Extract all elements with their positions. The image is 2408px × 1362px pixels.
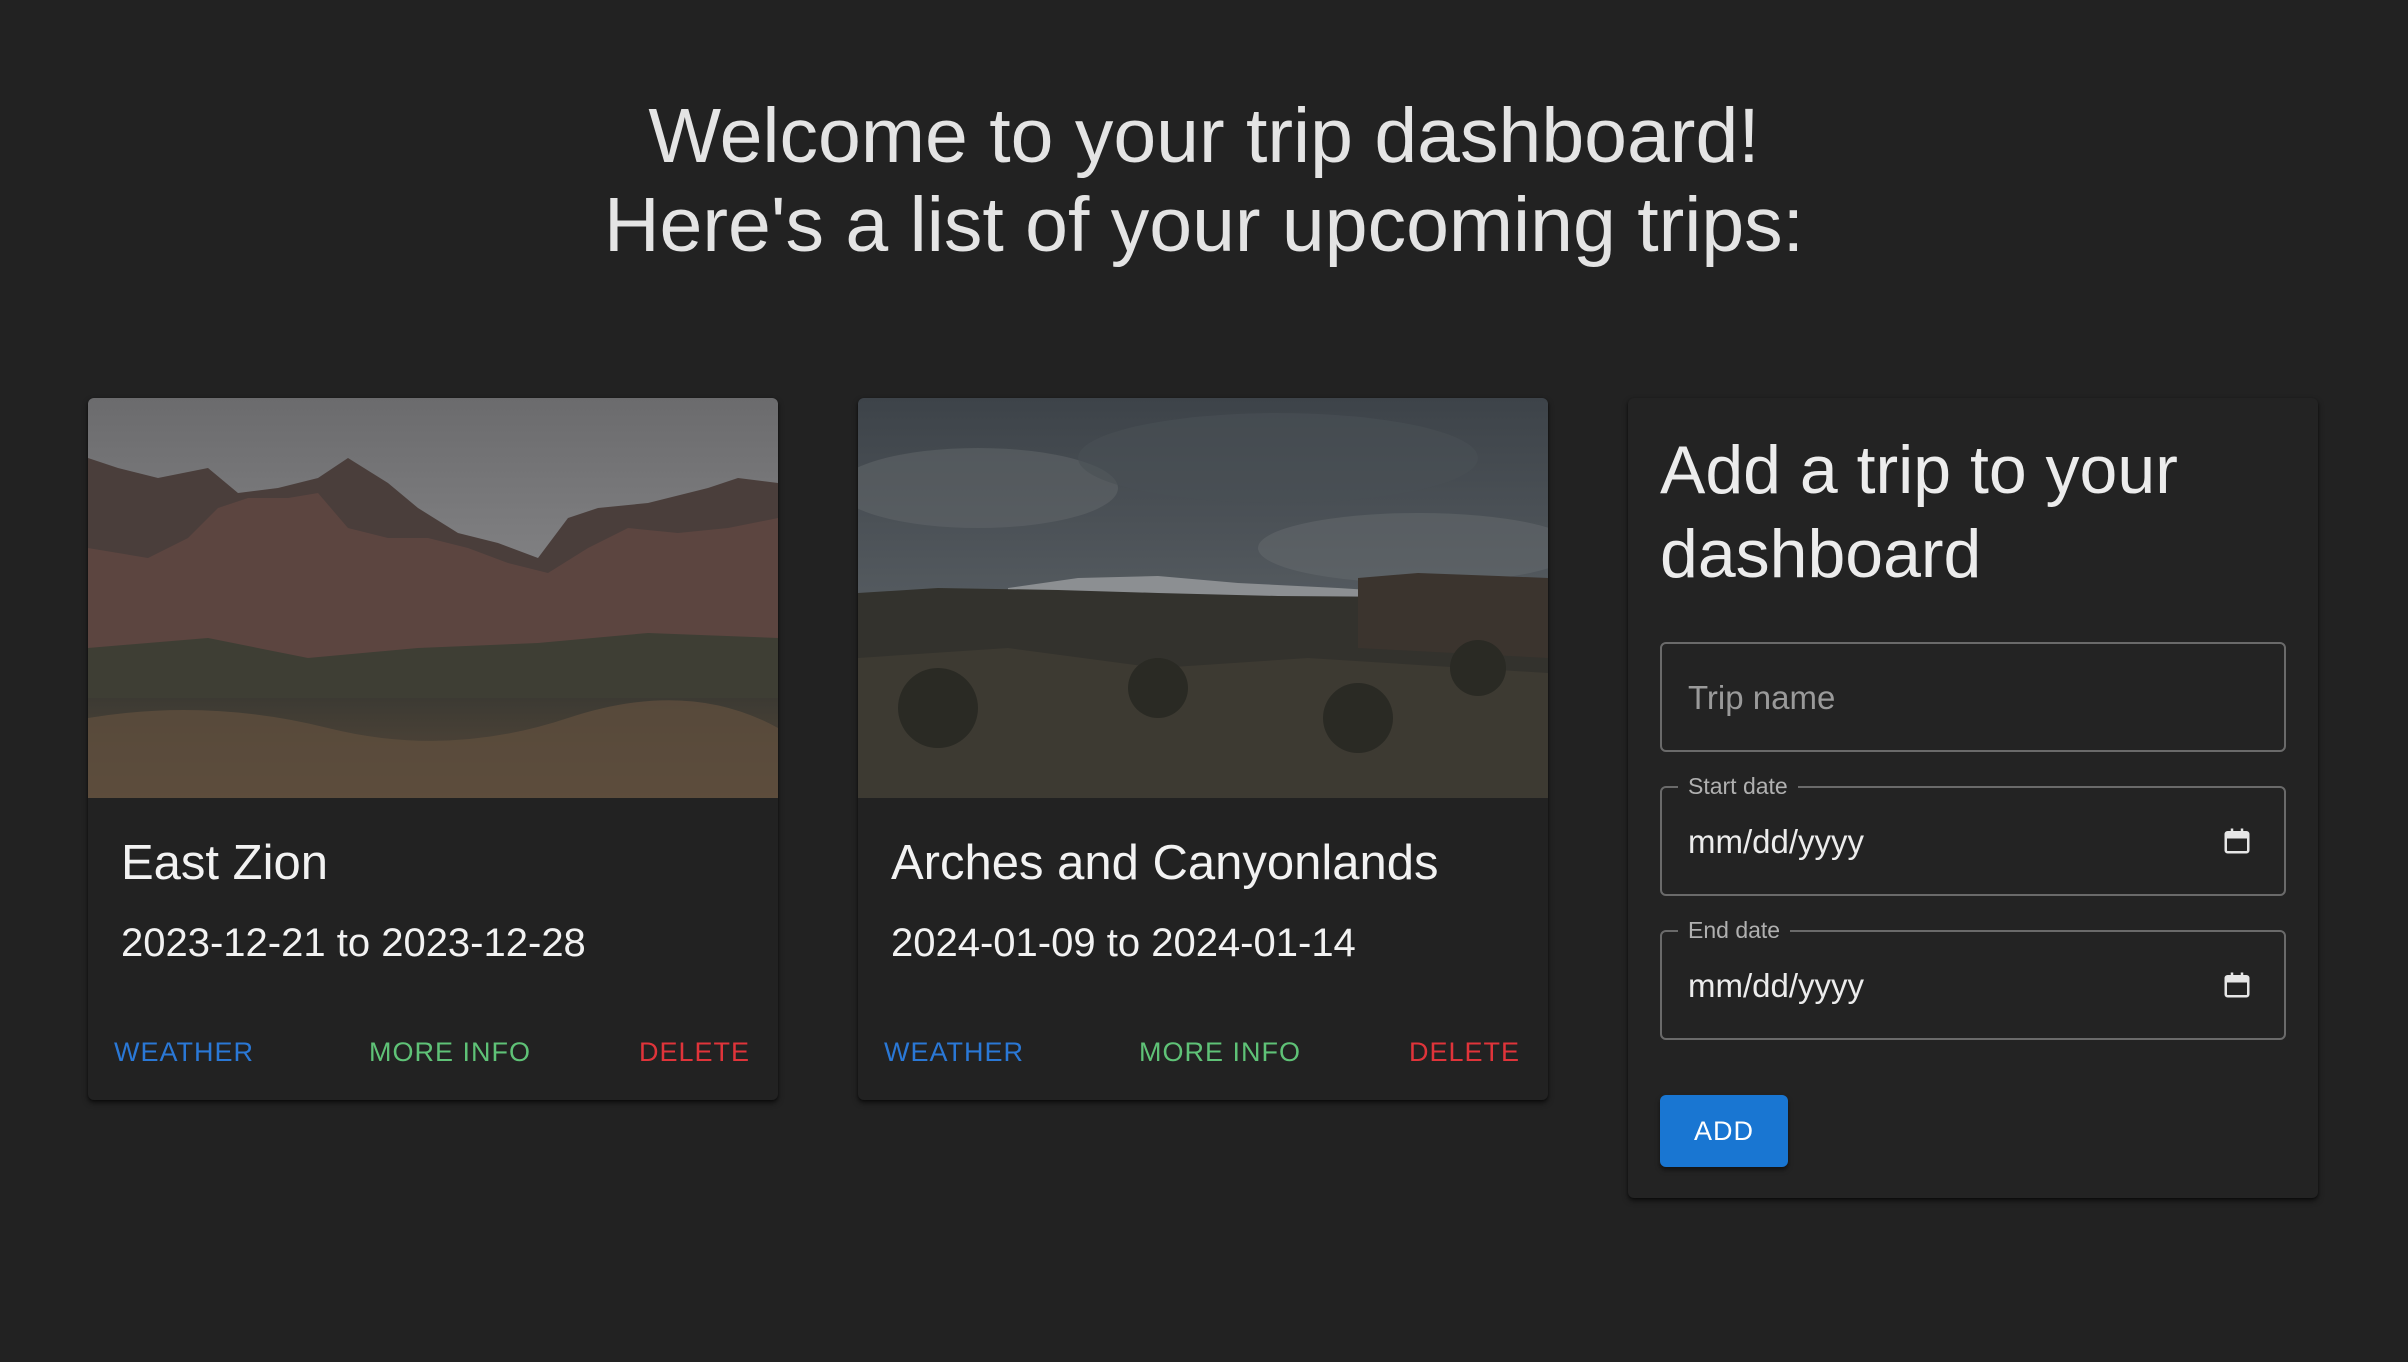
heading-line-1: Welcome to your trip dashboard! bbox=[648, 93, 1760, 179]
calendar-icon[interactable] bbox=[2222, 969, 2252, 1001]
weather-button[interactable]: WEATHER bbox=[884, 1034, 1024, 1070]
delete-button[interactable]: DELETE bbox=[1409, 1034, 1520, 1070]
add-trip-button[interactable]: ADD bbox=[1660, 1095, 1788, 1167]
end-date-input[interactable]: End date mm/dd/yyyy bbox=[1660, 915, 2286, 1040]
more-info-button[interactable]: MORE INFO bbox=[1139, 1034, 1301, 1070]
trip-actions: WEATHER MORE INFO DELETE bbox=[858, 1026, 1548, 1086]
start-date-value: mm/dd/yyyy bbox=[1688, 823, 1865, 860]
form-title: Add a trip to your dashboard bbox=[1660, 432, 2178, 592]
end-date-label: End date bbox=[1678, 915, 1791, 945]
end-date-value: mm/dd/yyyy bbox=[1688, 967, 1865, 1004]
page-heading: Welcome to your trip dashboard! Here's a… bbox=[0, 92, 2408, 270]
trip-photo bbox=[858, 398, 1548, 798]
trip-photo bbox=[88, 398, 778, 798]
weather-button[interactable]: WEATHER bbox=[114, 1034, 254, 1070]
trip-title: Arches and Canyonlands bbox=[891, 836, 1439, 890]
trip-dates: 2023-12-21 to 2023-12-28 bbox=[121, 921, 586, 965]
add-trip-form: Add a trip to your dashboard Trip name S… bbox=[1628, 398, 2318, 1198]
trip-actions: WEATHER MORE INFO DELETE bbox=[88, 1026, 778, 1086]
start-date-label: Start date bbox=[1678, 771, 1798, 801]
delete-button[interactable]: DELETE bbox=[639, 1034, 750, 1070]
more-info-button[interactable]: MORE INFO bbox=[369, 1034, 531, 1070]
heading-line-2: Here's a list of your upcoming trips: bbox=[603, 182, 1805, 268]
trip-dates: 2024-01-09 to 2024-01-14 bbox=[891, 921, 1356, 965]
start-date-input[interactable]: Start date mm/dd/yyyy bbox=[1660, 771, 2286, 896]
trip-name-input[interactable]: Trip name bbox=[1660, 642, 2286, 752]
trip-card: Arches and Canyonlands 2024-01-09 to 202… bbox=[858, 398, 1548, 1100]
trip-title: East Zion bbox=[121, 836, 328, 890]
calendar-icon[interactable] bbox=[2222, 825, 2252, 857]
trip-name-placeholder: Trip name bbox=[1688, 679, 1836, 716]
trip-card: East Zion 2023-12-21 to 2023-12-28 WEATH… bbox=[88, 398, 778, 1100]
